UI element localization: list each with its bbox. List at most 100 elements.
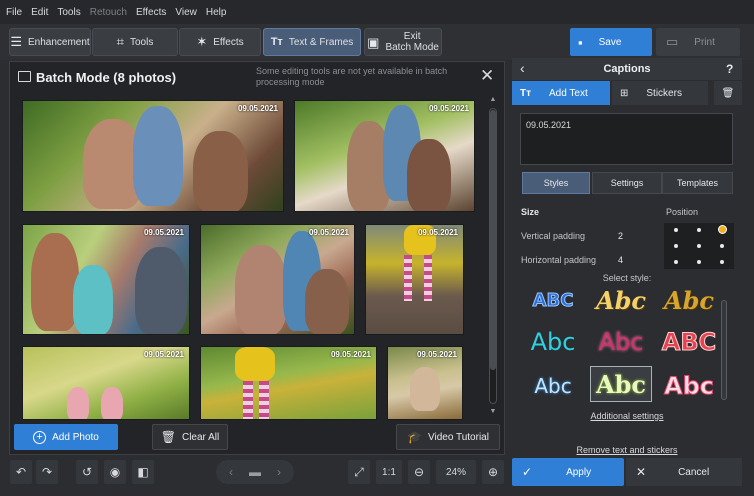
style-option[interactable]: ABC [522,282,584,318]
photo-thumbnail[interactable]: 09.05.2021 [22,100,284,212]
style-option[interactable]: Abc [590,324,652,360]
actual-size-button[interactable]: 1:1 [376,460,402,484]
check-icon: ✓ [522,465,533,479]
menu-help[interactable]: Help [206,7,227,18]
menu-tools[interactable]: Tools [57,7,80,18]
exit-label-line1: Exit [403,31,421,42]
style-option-selected[interactable]: Abc [590,366,652,402]
apply-label: Apply [566,466,592,478]
save-label: Save [598,36,622,48]
position-dot[interactable] [674,244,678,248]
photo-date: 09.05.2021 [237,104,278,113]
close-icon[interactable]: ✕ [480,66,494,86]
images-icon: ▣ [367,34,380,50]
position-dot-selected[interactable] [718,225,727,234]
tab-enhancement[interactable]: ☰ Enhancement [9,28,91,56]
print-button[interactable]: ▭ Print [656,28,740,56]
menu-file[interactable]: File [6,7,22,18]
menu-effects[interactable]: Effects [136,7,166,18]
exit-batch-mode-button[interactable]: ▣ Exit Batch Mode [364,28,442,56]
gallery-icon [18,71,31,82]
delete-button[interactable]: 🗑 [714,81,742,105]
menu-view[interactable]: View [175,7,197,18]
vertical-padding-value[interactable]: 2 [618,231,623,241]
tab-stickers[interactable]: ⊞ Stickers [612,81,708,105]
style-option[interactable]: Abc [590,282,652,318]
photo-thumbnail[interactable]: 09.05.2021 [387,346,463,420]
navigator-group: ‹ ▬ › [216,460,294,484]
scroll-down-icon[interactable]: ▼ [489,408,497,415]
position-dot[interactable] [697,228,701,232]
style-option[interactable]: Abc [658,282,720,318]
position-dot[interactable] [720,260,724,264]
reset-icon[interactable]: ↺ [76,460,98,484]
photo-thumbnail[interactable]: 09.05.2021 [22,346,190,420]
plus-circle-icon: + [33,430,47,444]
remove-text-stickers-link[interactable]: Remove text and stickers [512,445,742,455]
style-option[interactable]: Abc [658,368,720,404]
scroll-up-icon[interactable]: ▲ [489,96,497,103]
zoom-level[interactable]: 24% [436,460,476,484]
tab-effects[interactable]: ✶ Effects [179,28,261,56]
menu-retouch[interactable]: Retouch [90,7,127,18]
position-dot[interactable] [674,228,678,232]
tab-enhancement-label: Enhancement [27,36,90,48]
fit-screen-icon[interactable]: ⤢ [348,460,370,484]
tab-styles[interactable]: Styles [522,172,590,194]
tab-text-frames-label: Text & Frames [288,36,354,48]
menu-edit[interactable]: Edit [31,7,48,18]
batch-panel: Batch Mode (8 photos) Some editing tools… [9,61,505,455]
position-dot[interactable] [697,260,701,264]
style-gallery: ABC Abc Abc Abc Abc ABC Abc Abc Abc [520,280,733,404]
photo-thumbnail[interactable]: 09.05.2021 [365,224,464,335]
video-tutorial-button[interactable]: 🎓 Video Tutorial [396,424,500,450]
photo-date: 09.05.2021 [143,228,184,237]
printer-icon: ▭ [666,34,679,49]
caption-text-input[interactable]: 09.05.2021 [520,113,733,165]
batch-scrollbar[interactable]: ▲ ▼ [486,94,498,418]
photo-thumbnail[interactable]: 09.05.2021 [294,100,475,212]
next-icon[interactable]: › [267,465,291,479]
tab-templates[interactable]: Templates [662,172,733,194]
captions-title: Captions [603,63,651,75]
tab-text-frames[interactable]: Tт Text & Frames [263,28,361,56]
tab-add-text[interactable]: Tт Add Text [512,81,610,105]
folder-icon[interactable]: ▬ [243,465,267,479]
apply-button[interactable]: ✓ Apply [512,458,624,486]
position-grid[interactable] [664,223,734,269]
photo-thumbnail[interactable]: 09.05.2021 [22,224,190,335]
tab-settings[interactable]: Settings [592,172,662,194]
captions-header: ‹ Captions ? [512,58,742,80]
trash-icon: 🗑 [721,87,735,99]
horizontal-padding-value[interactable]: 4 [618,255,623,265]
styles-scrollbar[interactable] [719,290,729,410]
help-icon[interactable]: ? [726,62,733,76]
batch-title: Batch Mode (8 photos) [36,70,177,85]
zoom-out-icon[interactable]: ⊖ [408,460,430,484]
save-button[interactable]: ▪ Save [570,28,652,56]
compare-icon[interactable]: ◧ [132,460,154,484]
redo-icon[interactable]: ↷ [36,460,58,484]
style-option[interactable]: ABC [658,324,720,360]
undo-icon[interactable]: ↶ [10,460,32,484]
prev-icon[interactable]: ‹ [219,465,243,479]
eye-icon[interactable]: ◉ [104,460,126,484]
scroll-thumb[interactable] [490,110,496,370]
additional-settings-link[interactable]: Additional settings [512,411,742,421]
add-photo-button[interactable]: + Add Photo [14,424,118,450]
position-dot[interactable] [720,244,724,248]
photo-thumbnail[interactable]: 09.05.2021 [200,346,377,420]
position-dot[interactable] [697,244,701,248]
styles-scroll-thumb[interactable] [721,300,727,400]
style-option[interactable]: Abc [522,368,584,404]
style-option[interactable]: Abc [522,324,584,360]
photo-date: 09.05.2021 [330,350,371,359]
cancel-button[interactable]: ✕ Cancel [626,458,742,486]
position-dot[interactable] [674,260,678,264]
sticker-icon: ⊞ [620,87,629,99]
tab-tools[interactable]: ⌗ Tools [92,28,178,56]
clear-all-button[interactable]: 🗑 Clear All [152,424,228,450]
photo-thumbnail[interactable]: 09.05.2021 [200,224,355,335]
zoom-in-icon[interactable]: ⊕ [482,460,504,484]
text-icon: Tт [520,87,532,99]
